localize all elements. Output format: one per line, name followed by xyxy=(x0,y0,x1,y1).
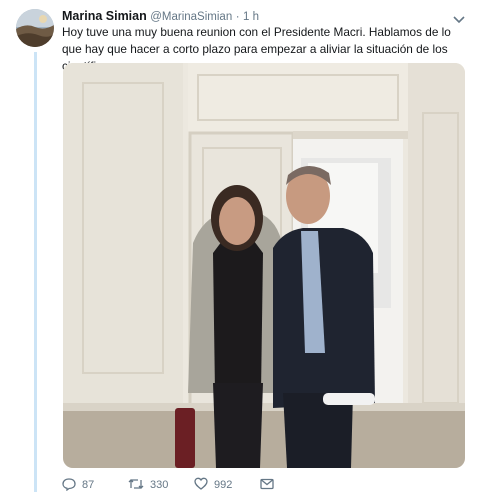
author-handle[interactable]: @MarinaSimian xyxy=(150,11,232,23)
retweet-button[interactable]: 330 xyxy=(128,477,194,494)
thread-line xyxy=(34,52,37,492)
chevron-down-icon[interactable] xyxy=(452,12,466,24)
retweet-count: 330 xyxy=(150,479,169,491)
retweet-icon xyxy=(128,477,150,494)
heart-icon xyxy=(194,477,214,493)
author-name[interactable]: Marina Simian xyxy=(62,9,147,23)
tweet-photo[interactable] xyxy=(63,63,465,468)
reply-icon xyxy=(62,477,82,494)
timestamp[interactable]: 1 h xyxy=(243,11,259,23)
message-button[interactable] xyxy=(260,478,280,493)
like-button[interactable]: 992 xyxy=(194,477,260,493)
separator-dot: · xyxy=(235,11,240,23)
tweet-actions: 87 330 992 xyxy=(62,476,280,494)
avatar[interactable] xyxy=(16,9,54,47)
like-count: 992 xyxy=(214,479,233,491)
reply-button[interactable]: 87 xyxy=(62,477,128,494)
reply-count: 87 xyxy=(82,479,95,491)
envelope-icon xyxy=(260,478,280,493)
